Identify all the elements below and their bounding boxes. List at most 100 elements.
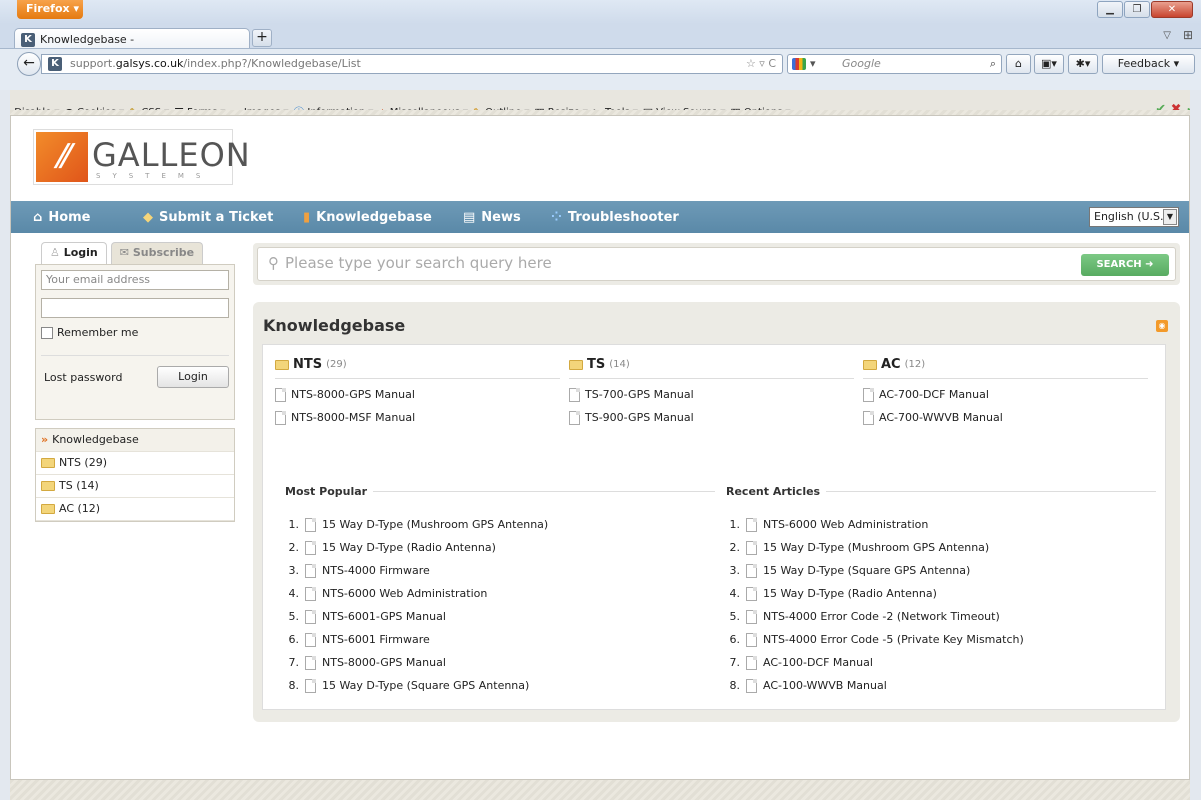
sidebar: ♙ Login ✉ Subscribe Your email address R… (35, 242, 235, 522)
article-link[interactable]: NTS-8000-MSF Manual (275, 410, 560, 425)
category-title[interactable]: TS (14) (569, 357, 854, 379)
galleon-logo-icon: ⫽ (36, 132, 88, 182)
tab-login[interactable]: ♙ Login (41, 242, 107, 264)
addon-icon[interactable]: ▣▾ (1034, 54, 1064, 74)
list-item[interactable]: 6. NTS-6001 Firmware (281, 628, 701, 651)
search-engine-input[interactable]: ▾ Google ⌕ (787, 54, 1002, 74)
window-right-border (1190, 90, 1201, 800)
feedback-button[interactable]: Feedback ▾ (1102, 54, 1195, 74)
search-button[interactable]: SEARCH ➜ (1081, 254, 1169, 276)
category-title[interactable]: AC (12) (863, 357, 1148, 379)
nav-troubleshooter[interactable]: ⁘ Troubleshooter (551, 201, 679, 233)
knowledgebase-panel: Knowledgebase ◉ NTS (29) NTS-8000-GPS Man… (253, 302, 1180, 722)
document-icon (305, 517, 316, 532)
url-path: /index.php?/Knowledgebase/List (183, 57, 361, 70)
list-item[interactable]: 5. NTS-4000 Error Code -2 (Network Timeou… (722, 605, 1142, 628)
list-item[interactable]: 5. NTS-6001-GPS Manual (281, 605, 701, 628)
maximize-button[interactable]: ❐ (1124, 1, 1150, 18)
document-icon (863, 410, 874, 425)
document-icon (746, 563, 757, 578)
google-icon (792, 58, 806, 70)
home-icon: ⌂ (33, 209, 43, 225)
list-item[interactable]: 8. 15 Way D-Type (Square GPS Antenna) (281, 674, 701, 697)
document-icon (305, 563, 316, 578)
article-link[interactable]: NTS-8000-GPS Manual (275, 387, 560, 402)
nav-news[interactable]: ▤ News (463, 201, 521, 233)
list-item[interactable]: 2. 15 Way D-Type (Radio Antenna) (281, 536, 701, 559)
list-item[interactable]: 6. NTS-4000 Error Code -5 (Private Key Mi… (722, 628, 1142, 651)
list-item[interactable]: 7. AC-100-DCF Manual (722, 651, 1142, 674)
email-field[interactable]: Your email address (41, 270, 229, 290)
document-icon (275, 387, 286, 402)
tab-list-icon[interactable]: ▽ (1163, 30, 1171, 41)
rss-icon[interactable]: ◉ (1156, 320, 1168, 332)
back-button[interactable]: ← (17, 52, 41, 76)
close-button[interactable]: ✕ (1151, 1, 1193, 18)
mail-icon: ✉ (119, 246, 129, 259)
article-link[interactable]: AC-700-WWVB Manual (863, 410, 1148, 425)
search-magnifier-icon[interactable]: ⌕ (990, 55, 996, 73)
search-input[interactable]: ⚲ Please type your search query here SEAR… (257, 247, 1176, 281)
nav-home[interactable]: ⌂ Home (33, 201, 91, 233)
password-field[interactable] (41, 298, 229, 318)
document-icon (746, 540, 757, 555)
tab-subscribe[interactable]: ✉ Subscribe (110, 242, 204, 264)
login-button[interactable]: Login (157, 366, 229, 388)
category-item[interactable]: NTS (29) (36, 452, 234, 475)
article-link[interactable]: TS-700-GPS Manual (569, 387, 854, 402)
url-bar[interactable]: K support.galsys.co.uk/index.php?/Knowle… (41, 54, 783, 74)
bug-icon[interactable]: ✱▾ (1068, 54, 1098, 74)
document-icon (746, 678, 757, 693)
list-item[interactable]: 4. NTS-6000 Web Administration (281, 582, 701, 605)
list-item[interactable]: 2. 15 Way D-Type (Mushroom GPS Antenna) (722, 536, 1142, 559)
browser-tab[interactable]: K Knowledgebase - (14, 28, 250, 50)
category-item[interactable]: AC (12) (36, 498, 234, 521)
list-item[interactable]: 7. NTS-8000-GPS Manual (281, 651, 701, 674)
category-item[interactable]: TS (14) (36, 475, 234, 498)
list-item[interactable]: 1. NTS-6000 Web Administration (722, 513, 1142, 536)
document-icon (746, 517, 757, 532)
book-icon: ▮ (303, 209, 311, 225)
new-tab-button[interactable]: + (252, 29, 272, 47)
folder-icon (569, 359, 583, 370)
list-item[interactable]: 3. 15 Way D-Type (Square GPS Antenna) (722, 559, 1142, 582)
window-left-border (0, 90, 10, 800)
list-item[interactable]: 1. 15 Way D-Type (Mushroom GPS Antenna) (281, 513, 701, 536)
bookmark-star-icon[interactable]: ☆ ▿ C (746, 55, 776, 73)
logo-text: GALLEON (92, 136, 251, 174)
language-select[interactable]: English (U.S.) ▼ (1089, 207, 1179, 227)
minimize-button[interactable]: ▁ (1097, 1, 1123, 18)
search-engine-dropdown-icon[interactable]: ▾ (810, 55, 816, 73)
category-block: TS (14) TS-700-GPS Manual TS-900-GPS Manu… (569, 357, 854, 425)
window-titlebar: Firefox ▾ ▁ ❐ ✕ (0, 0, 1201, 24)
list-item[interactable]: 8. AC-100-WWVB Manual (722, 674, 1142, 697)
firefox-menu-button[interactable]: Firefox ▾ (17, 0, 83, 19)
site-logo[interactable]: ⫽ GALLEON SYSTEMS (33, 129, 250, 185)
lost-password-link[interactable]: Lost password (44, 371, 122, 384)
remember-me[interactable]: Remember me (41, 326, 229, 339)
document-icon (569, 410, 580, 425)
remember-checkbox[interactable] (41, 326, 53, 339)
folder-icon (863, 359, 877, 370)
article-link[interactable]: AC-700-DCF Manual (863, 387, 1148, 402)
document-icon (305, 586, 316, 601)
window-controls: ▁ ❐ ✕ (1097, 1, 1193, 18)
category-title[interactable]: NTS (29) (275, 357, 560, 379)
nav-knowledgebase[interactable]: ▮ Knowledgebase (303, 201, 432, 233)
category-block: AC (12) AC-700-DCF Manual AC-700-WWVB Man… (863, 357, 1148, 425)
most-popular-list: 1. 15 Way D-Type (Mushroom GPS Antenna) 2… (281, 513, 701, 697)
category-list-header[interactable]: » Knowledgebase (36, 429, 234, 452)
list-item[interactable]: 3. NTS-4000 Firmware (281, 559, 701, 582)
document-icon (863, 387, 874, 402)
url-prefix: support. (70, 57, 116, 70)
nav-submit-ticket[interactable]: ◆ Submit a Ticket (143, 201, 273, 233)
document-icon (305, 678, 316, 693)
url-domain: galsys.co.uk (115, 57, 184, 70)
home-icon[interactable]: ⌂ (1006, 54, 1031, 74)
document-icon (746, 609, 757, 624)
article-link[interactable]: TS-900-GPS Manual (569, 410, 854, 425)
tab-groups-icon[interactable]: ⊞ (1183, 28, 1193, 42)
chevron-down-icon: ▼ (1163, 209, 1177, 225)
login-panel: Your email address Remember me Lost pass… (35, 264, 235, 420)
list-item[interactable]: 4. 15 Way D-Type (Radio Antenna) (722, 582, 1142, 605)
